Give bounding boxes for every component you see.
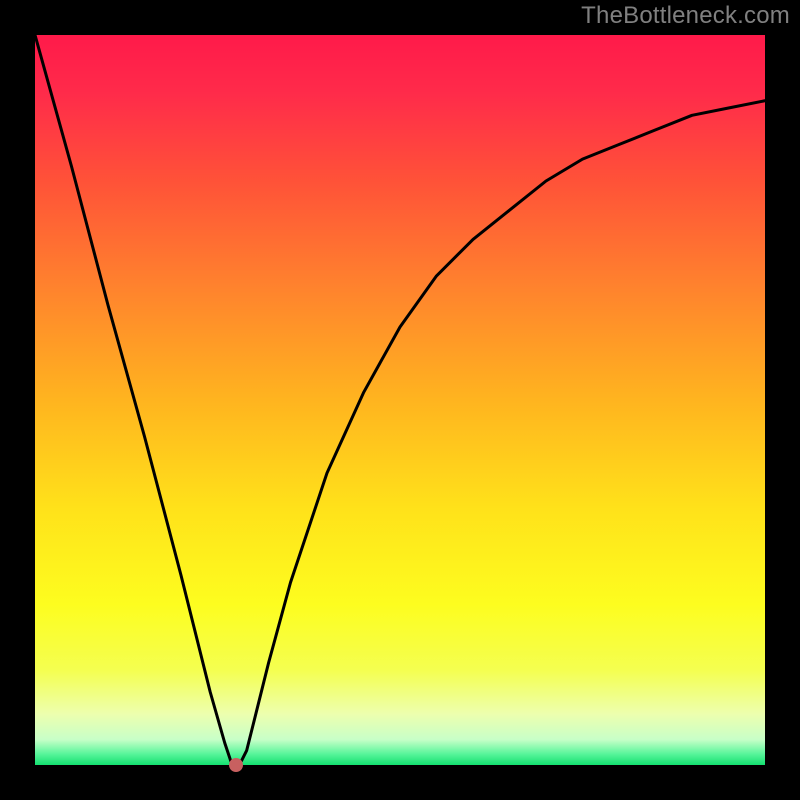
plot-area bbox=[35, 35, 765, 765]
chart-frame: TheBottleneck.com bbox=[0, 0, 800, 800]
bottleneck-curve bbox=[35, 35, 765, 765]
optimum-marker bbox=[229, 758, 243, 772]
watermark-text: TheBottleneck.com bbox=[581, 2, 790, 30]
